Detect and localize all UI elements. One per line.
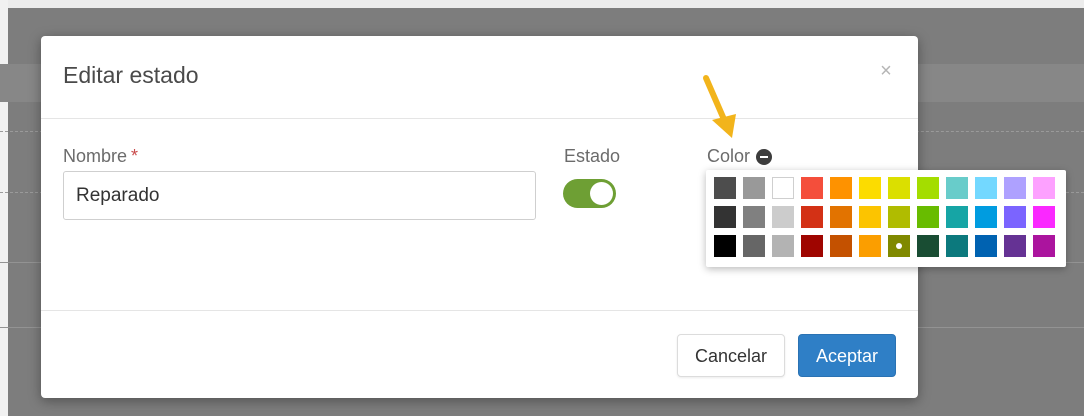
color-swatch[interactable] [975,177,997,199]
color-swatch[interactable] [975,206,997,228]
color-swatch[interactable] [1033,206,1055,228]
color-swatch[interactable] [772,177,794,199]
toggle-knob [590,182,613,205]
name-label: Nombre * [63,146,138,167]
color-swatch[interactable] [830,206,852,228]
color-swatch[interactable] [714,177,736,199]
backdrop-top-bar [8,0,1084,8]
accept-button[interactable]: Aceptar [798,334,896,377]
color-swatch[interactable] [830,177,852,199]
color-swatch[interactable] [714,206,736,228]
color-swatch[interactable] [714,235,736,257]
name-input[interactable] [63,171,536,220]
palette-row [714,206,1058,228]
color-swatch[interactable] [772,235,794,257]
close-icon[interactable]: × [875,60,897,82]
color-swatch[interactable] [859,235,881,257]
color-label: Color [707,146,773,167]
color-swatch[interactable] [801,206,823,228]
state-label: Estado [564,146,621,166]
cancel-button[interactable]: Cancelar [677,334,785,377]
annotation-arrow-icon [703,75,736,138]
name-label-text: Nombre [63,146,128,166]
color-palette [706,170,1066,267]
palette-row [714,235,1058,257]
color-swatch[interactable] [888,235,910,257]
palette-row [714,177,1058,199]
color-swatch[interactable] [946,235,968,257]
color-swatch[interactable] [1004,177,1026,199]
color-swatch[interactable] [1033,177,1055,199]
color-swatch[interactable] [917,177,939,199]
color-swatch[interactable] [1004,206,1026,228]
backdrop-edge [0,0,8,416]
color-swatch[interactable] [917,235,939,257]
color-swatch[interactable] [743,235,765,257]
dialog-header: Editar estado × [41,36,918,119]
footer-divider [41,310,918,311]
color-swatch[interactable] [801,177,823,199]
color-swatch[interactable] [859,206,881,228]
dialog-title: Editar estado [63,62,199,88]
color-swatch[interactable] [1004,235,1026,257]
color-swatch[interactable] [888,177,910,199]
color-label-text: Color [707,146,751,166]
color-swatch[interactable] [888,206,910,228]
color-swatch[interactable] [743,177,765,199]
color-swatch[interactable] [917,206,939,228]
color-swatch[interactable] [975,235,997,257]
remove-color-icon[interactable] [756,148,773,165]
color-swatch[interactable] [859,177,881,199]
color-swatch[interactable] [946,206,968,228]
state-toggle[interactable] [563,179,616,208]
color-swatch[interactable] [801,235,823,257]
color-swatch[interactable] [946,177,968,199]
selected-indicator [896,243,902,249]
color-swatch[interactable] [772,206,794,228]
required-mark: * [131,146,139,166]
color-swatch[interactable] [1033,235,1055,257]
color-swatch[interactable] [830,235,852,257]
color-swatch[interactable] [743,206,765,228]
